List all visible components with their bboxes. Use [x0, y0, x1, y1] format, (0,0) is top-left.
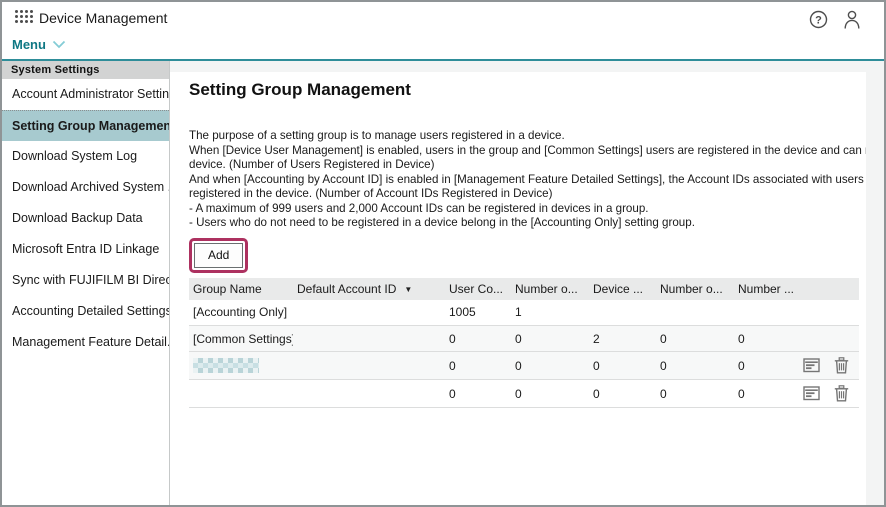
column-header-actions — [799, 278, 859, 300]
device-cell — [589, 300, 656, 326]
sidebar-item-microsoft-entra-id-linkage[interactable]: Microsoft Entra ID Linkage — [2, 234, 169, 265]
setting-groups-table: Group Name Default Account ID▼ User Co..… — [189, 278, 859, 409]
number-cell — [656, 300, 734, 326]
group-details-icon[interactable] — [803, 385, 820, 402]
number-of-users-cell: 0 — [511, 380, 589, 408]
sidebar-item-sync-with-fujifilm-bi-direct[interactable]: Sync with FUJIFILM BI Direct — [2, 265, 169, 296]
column-header-number-2[interactable]: Number o... — [656, 278, 734, 300]
group-name-cell: [Common Settings] — [189, 326, 293, 352]
sidebar-item-setting-group-management[interactable]: Setting Group Management — [2, 110, 169, 141]
table-row-custom-group-2: 0 0 0 0 0 — [189, 380, 859, 408]
actions-cell — [799, 380, 859, 408]
main-pane: Setting Group Management The purpose of … — [170, 61, 884, 505]
number-cell: 0 — [734, 380, 799, 408]
sidebar-item-download-backup-data[interactable]: Download Backup Data — [2, 203, 169, 234]
svg-text:?: ? — [815, 14, 822, 26]
table-row-accounting-only: [Accounting Only] 1005 1 — [189, 300, 859, 326]
description-line: When [Device User Management] is enabled… — [189, 144, 866, 159]
user-count-cell: 1005 — [445, 300, 511, 326]
number-of-users-cell: 1 — [511, 300, 589, 326]
description-line: And when [Accounting by Account ID] is e… — [189, 173, 866, 188]
user-count-cell: 0 — [445, 380, 511, 408]
content-area: Setting Group Management The purpose of … — [170, 72, 866, 505]
group-details-icon[interactable] — [803, 357, 820, 374]
menu-bar: Menu — [2, 32, 884, 59]
device-management-window: Device Management ? Menu System Settings… — [0, 0, 886, 507]
group-name-cell — [189, 380, 293, 408]
sidebar-item-download-system-log[interactable]: Download System Log — [2, 141, 169, 172]
redacted-group-name[interactable] — [193, 358, 259, 373]
actions-cell — [799, 352, 859, 380]
sidebar-section-title: System Settings — [2, 61, 169, 79]
number-cell: 0 — [734, 352, 799, 380]
column-header-group-name[interactable]: Group Name — [189, 278, 293, 300]
user-account-icon[interactable] — [842, 9, 862, 30]
delete-group-icon[interactable] — [833, 385, 850, 402]
user-count-cell: 0 — [445, 352, 511, 380]
description-line: The purpose of a setting group is to man… — [189, 129, 866, 144]
number-cell — [734, 300, 799, 326]
sidebar-item-download-archived-system-log[interactable]: Download Archived System ... — [2, 172, 169, 203]
column-header-number-3[interactable]: Number ... — [734, 278, 799, 300]
page-title: Setting Group Management — [189, 80, 866, 100]
help-icon[interactable]: ? — [809, 10, 828, 29]
actions-cell — [799, 300, 859, 326]
user-count-cell: 0 — [445, 326, 511, 352]
number-cell: 0 — [734, 326, 799, 352]
title-bar: Device Management ? — [2, 2, 884, 32]
number-of-users-cell: 0 — [511, 326, 589, 352]
description-line: - A maximum of 999 users and 2,000 Accou… — [189, 202, 866, 217]
sidebar-item-accounting-detailed-settings[interactable]: Accounting Detailed Settings — [2, 296, 169, 327]
menu-button[interactable]: Menu — [12, 37, 66, 52]
sort-descending-icon: ▼ — [404, 285, 412, 294]
column-header-number-of-users[interactable]: Number o... — [511, 278, 589, 300]
actions-cell — [799, 326, 859, 352]
number-cell: 0 — [656, 380, 734, 408]
table-row-custom-group-1: 0 0 0 0 0 — [189, 352, 859, 380]
menu-label: Menu — [12, 37, 46, 52]
default-account-id-cell — [293, 380, 445, 408]
sidebar-navigation: System Settings Account Administrator Se… — [2, 61, 169, 505]
sidebar-item-account-administrator-settings[interactable]: Account Administrator Settin... — [2, 79, 169, 110]
add-button-highlight-ring: Add — [189, 238, 248, 273]
number-cell: 0 — [656, 352, 734, 380]
description-line: registered in the device. (Number of Acc… — [189, 187, 866, 202]
number-cell: 0 — [656, 326, 734, 352]
device-cell: 2 — [589, 326, 656, 352]
page-description: The purpose of a setting group is to man… — [189, 129, 866, 231]
description-line: device. (Number of Users Registered in D… — [189, 158, 866, 173]
group-name-cell — [189, 352, 293, 380]
column-header-default-account-id[interactable]: Default Account ID▼ — [293, 278, 445, 300]
chevron-down-icon — [52, 40, 66, 49]
app-title: Device Management — [39, 10, 167, 26]
add-button[interactable]: Add — [194, 243, 243, 268]
number-of-users-cell: 0 — [511, 352, 589, 380]
table-header-row: Group Name Default Account ID▼ User Co..… — [189, 278, 859, 300]
default-account-id-cell — [293, 300, 445, 326]
column-header-device[interactable]: Device ... — [589, 278, 656, 300]
delete-group-icon[interactable] — [833, 357, 850, 374]
default-account-id-cell — [293, 326, 445, 352]
device-cell: 0 — [589, 380, 656, 408]
device-cell: 0 — [589, 352, 656, 380]
description-line: - Users who do not need to be registered… — [189, 216, 866, 231]
column-header-user-count[interactable]: User Co... — [445, 278, 511, 300]
default-account-id-cell — [293, 352, 445, 380]
table-row-common-settings: [Common Settings] 0 0 2 0 0 — [189, 326, 859, 352]
vertical-scrollbar[interactable] — [866, 61, 884, 505]
sidebar-item-management-feature-detailed-settings[interactable]: Management Feature Detail... — [2, 327, 169, 358]
group-name-cell: [Accounting Only] — [189, 300, 293, 326]
app-grid-icon[interactable] — [15, 10, 34, 24]
